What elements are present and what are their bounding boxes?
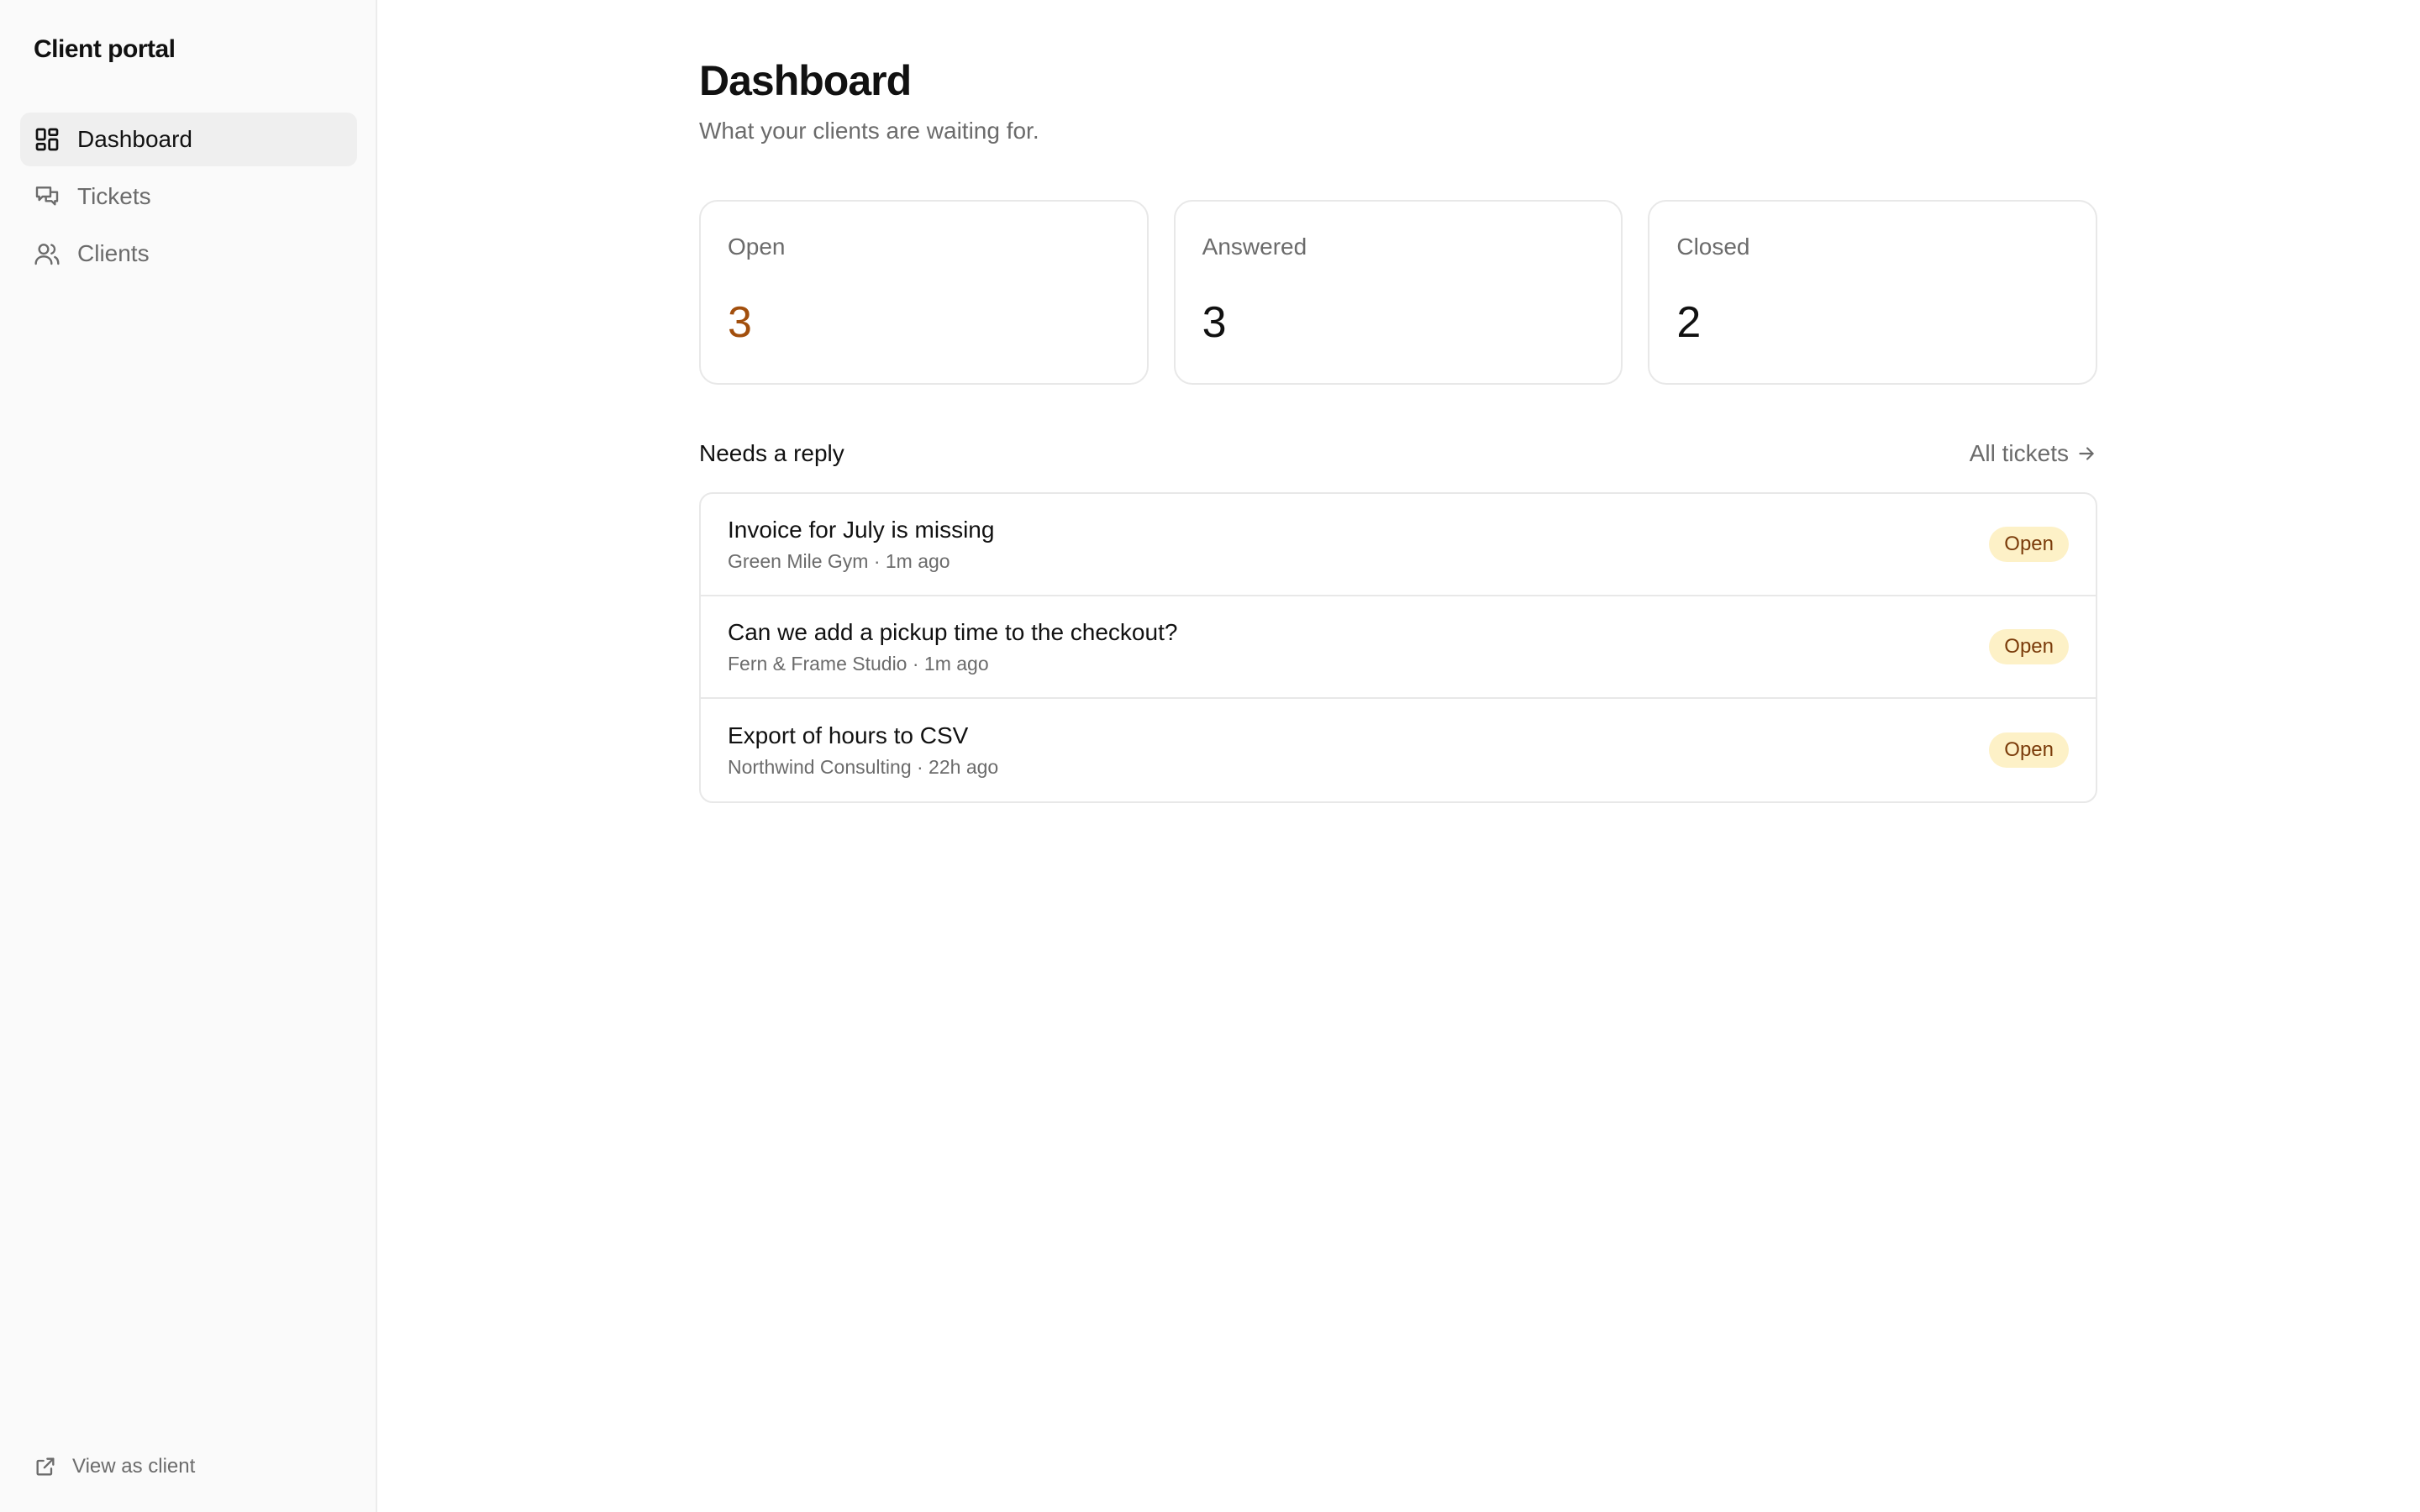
dashboard-content: Dashboard What your clients are waiting …	[699, 0, 2098, 803]
stat-label: Open	[728, 234, 786, 260]
users-icon	[34, 240, 60, 267]
status-badge: Open	[1989, 732, 2069, 768]
ticket-info: Invoice for July is missing Green Mile G…	[728, 515, 994, 574]
sidebar-item-tickets[interactable]: Tickets	[20, 170, 357, 223]
ticket-meta: Northwind Consulting · 22h ago	[728, 756, 999, 778]
stat-card-closed: Closed 2	[1648, 200, 2098, 385]
table-row[interactable]: Invoice for July is missing Green Mile G…	[701, 494, 2096, 596]
ticket-info: Can we add a pickup time to the checkout…	[728, 617, 1177, 676]
stat-card-answered: Answered 3	[1173, 200, 1623, 385]
ticket-title: Export of hours to CSV	[728, 722, 969, 748]
sidebar-item-clients[interactable]: Clients	[20, 227, 357, 281]
ticket-list: Invoice for July is missing Green Mile G…	[699, 492, 2097, 803]
app-root: Client portal Dashboard Tickets Clients …	[0, 0, 2420, 1512]
brand-title: Client portal	[34, 35, 176, 63]
stat-card-open: Open 3	[699, 200, 1149, 385]
external-link-icon	[34, 1455, 57, 1478]
main-area: Dashboard What your clients are waiting …	[377, 0, 2420, 1512]
ticket-meta: Fern & Frame Studio · 1m ago	[728, 653, 989, 675]
page-title: Dashboard	[699, 57, 912, 104]
arrow-right-icon	[2079, 447, 2094, 460]
ticket-meta: Green Mile Gym · 1m ago	[728, 550, 950, 572]
dashboard-grid-icon	[34, 126, 60, 153]
table-row[interactable]: Export of hours to CSV Northwind Consult…	[701, 699, 2096, 801]
sidebar-item-label: Dashboard	[77, 126, 192, 152]
stat-label: Closed	[1676, 234, 1750, 260]
ticket-title: Invoice for July is missing	[728, 517, 995, 543]
sidebar-nav: Dashboard Tickets Clients	[20, 113, 357, 284]
stat-value: 2	[1676, 298, 1702, 347]
status-badge: Open	[1989, 527, 2069, 562]
all-tickets-label: All tickets	[1969, 440, 2069, 466]
all-tickets-link[interactable]: All tickets	[1970, 440, 2097, 467]
table-row[interactable]: Can we add a pickup time to the checkout…	[701, 596, 2096, 699]
stat-value: 3	[1202, 298, 1227, 347]
view-as-client-link[interactable]: View as client	[34, 1455, 195, 1478]
sidebar-item-label: Tickets	[77, 183, 151, 209]
view-as-client-label: View as client	[72, 1455, 196, 1478]
chat-bubbles-icon	[34, 183, 60, 210]
sidebar-item-dashboard[interactable]: Dashboard	[20, 113, 357, 166]
ticket-title: Can we add a pickup time to the checkout…	[728, 619, 1178, 645]
status-badge: Open	[1989, 629, 2069, 664]
page-subtitle: What your clients are waiting for.	[699, 118, 1039, 144]
needs-reply-header: Needs a reply All tickets	[699, 437, 2097, 470]
sidebar-item-label: Clients	[77, 240, 150, 266]
stat-label: Answered	[1202, 234, 1307, 260]
stat-value: 3	[728, 298, 752, 347]
ticket-info: Export of hours to CSV Northwind Consult…	[728, 721, 998, 780]
section-title: Needs a reply	[699, 440, 844, 466]
stats-row: Open 3 Answered 3 Closed 2	[699, 200, 2098, 385]
sidebar: Client portal Dashboard Tickets Clients …	[0, 0, 377, 1512]
